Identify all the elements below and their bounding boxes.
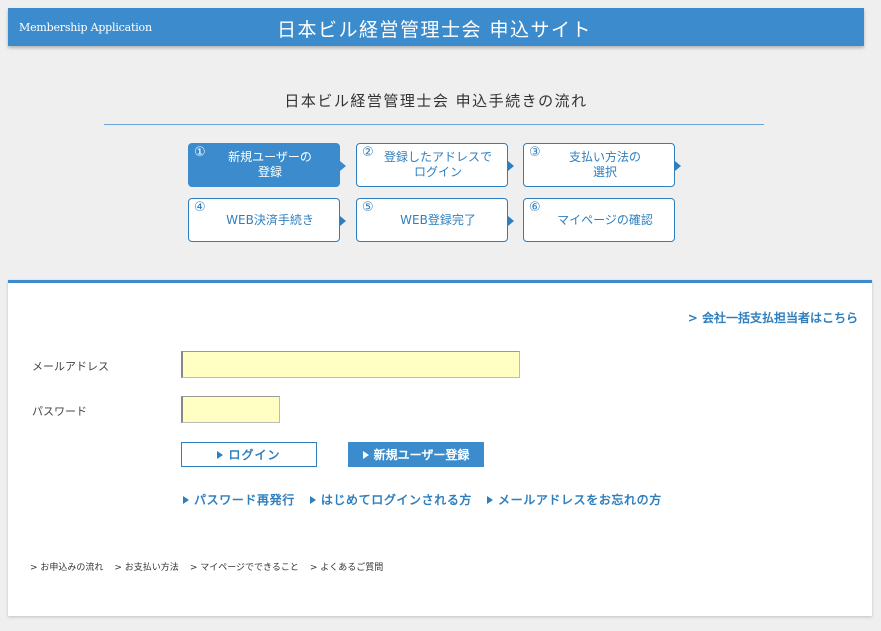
footer-links: > お申込みの流れ > お支払い方法 > マイページでできること > よくあるご… (30, 560, 383, 573)
step-number: ⑤ (362, 200, 374, 215)
register-button[interactable]: 新規ユーザー登録 (348, 442, 484, 467)
footer-link-mypage[interactable]: > マイページでできること (190, 560, 299, 573)
login-panel: > 会社一括支払担当者はこちら メールアドレス パスワード ログイン 新規ユーザ… (8, 280, 872, 616)
login-button-label: ログイン (228, 448, 281, 462)
corporate-payer-link[interactable]: > 会社一括支払担当者はこちら (688, 309, 858, 326)
help-links: パスワード再発行 はじめてログインされる方 メールアドレスをお忘れの方 (183, 491, 662, 508)
site-header: Membership Application 日本ビル経営管理士会 申込サイト (8, 8, 864, 46)
step-arrow-icon (508, 216, 514, 226)
step-arrow-icon (508, 161, 514, 171)
triangle-right-icon (217, 450, 224, 459)
step-number: ② (362, 145, 374, 160)
step-label: 登録したアドレスで ログイン (383, 150, 492, 179)
help-link-label: はじめてログインされる方 (320, 493, 473, 507)
step-number: ⑥ (529, 200, 541, 215)
triangle-right-icon (183, 495, 189, 504)
step-label: 支払い方法の 選択 (568, 150, 641, 179)
step-arrow-icon (340, 216, 346, 226)
step-label: WEB登録完了 (400, 212, 476, 227)
forgot-email-link[interactable]: メールアドレスをお忘れの方 (487, 491, 662, 508)
email-input[interactable] (181, 351, 520, 378)
login-button[interactable]: ログイン (181, 442, 317, 467)
help-link-label: パスワード再発行 (194, 493, 295, 507)
step-4-web-payment: ④ WEB決済手続き (188, 198, 346, 242)
step-5-web-complete: ⑤ WEB登録完了 (356, 198, 514, 242)
step-arrow-icon (675, 161, 681, 171)
triangle-right-icon (309, 495, 316, 504)
step-number: ④ (194, 200, 206, 215)
register-button-label: 新規ユーザー登録 (373, 448, 470, 462)
app-label: Membership Application (19, 21, 152, 34)
step-label: 新規ユーザーの 登録 (228, 150, 312, 179)
step-number: ① (194, 145, 206, 160)
step-2-login: ② 登録したアドレスで ログイン (356, 143, 514, 187)
first-login-link[interactable]: はじめてログインされる方 (309, 491, 473, 508)
step-arrow-icon (340, 161, 346, 171)
step-3-payment-method: ③ 支払い方法の 選択 (523, 143, 681, 187)
password-label: パスワード (32, 405, 87, 418)
site-title: 日本ビル経営管理士会 申込サイト (277, 19, 593, 41)
triangle-right-icon (362, 450, 369, 459)
step-number: ③ (529, 145, 541, 160)
password-input[interactable] (181, 396, 280, 423)
footer-link-payment[interactable]: > お支払い方法 (114, 560, 178, 573)
flow-divider (104, 124, 764, 125)
help-link-label: メールアドレスをお忘れの方 (498, 493, 662, 507)
triangle-right-icon (487, 495, 494, 504)
password-reset-link[interactable]: パスワード再発行 (183, 491, 295, 508)
step-6-mypage: ⑥ マイページの確認 (523, 198, 675, 242)
step-1-new-user: ① 新規ユーザーの 登録 (188, 143, 346, 187)
email-label: メールアドレス (32, 360, 109, 373)
footer-link-faq[interactable]: > よくあるご質問 (310, 560, 383, 573)
flow-title: 日本ビル経営管理士会 申込手続きの流れ (284, 92, 588, 110)
step-label: WEB決済手続き (226, 212, 314, 227)
step-label: マイページの確認 (557, 212, 653, 227)
footer-link-flow[interactable]: > お申込みの流れ (30, 560, 103, 573)
